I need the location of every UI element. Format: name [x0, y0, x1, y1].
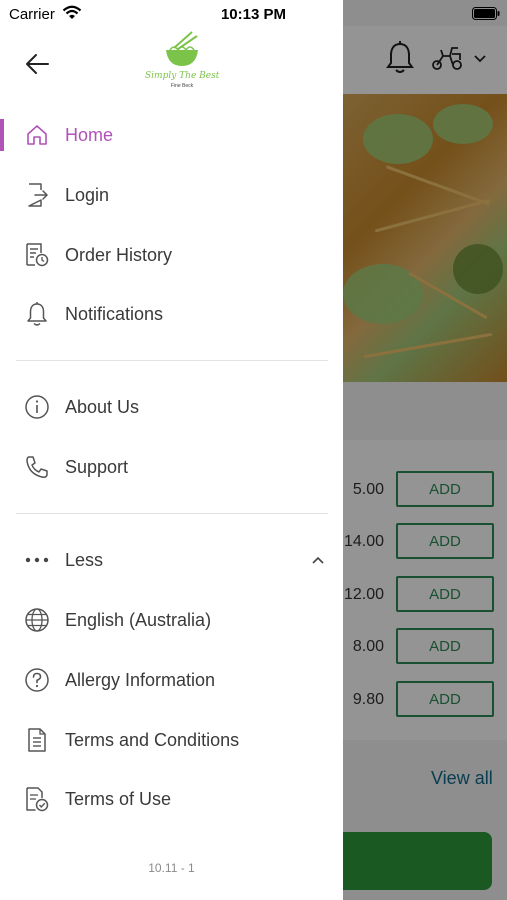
- menu-item-label: Allergy Information: [65, 669, 216, 690]
- info-icon: [24, 394, 50, 420]
- menu-item-terms-of-use[interactable]: Terms of Use: [0, 773, 343, 825]
- brand-title: Simply The Best: [145, 71, 220, 81]
- bell-icon: [24, 301, 50, 327]
- bowl-chopsticks-icon: [166, 31, 198, 66]
- divider: [16, 513, 328, 514]
- navigation-drawer: Simply The Best Fine Beck Home Login Ord…: [0, 0, 343, 900]
- menu-item-terms-and-conditions[interactable]: Terms and Conditions: [0, 714, 343, 766]
- menu-item-login[interactable]: Login: [0, 169, 343, 221]
- phone-icon: [24, 454, 50, 480]
- more-toggle[interactable]: Less: [0, 534, 343, 586]
- menu-item-label: Login: [65, 184, 110, 205]
- document-check-icon: [24, 786, 50, 812]
- battery-icon: [472, 7, 500, 20]
- menu-item-label: Support: [65, 456, 129, 477]
- menu-item-support[interactable]: Support: [0, 441, 343, 493]
- menu-item-order-history[interactable]: Order History: [0, 229, 343, 281]
- menu-item-label: Notifications: [65, 303, 164, 324]
- order-history-icon: [24, 242, 50, 268]
- home-icon: [24, 122, 50, 148]
- back-arrow-icon[interactable]: [22, 48, 54, 80]
- document-icon: [24, 727, 50, 753]
- menu-item-label: About Us: [65, 396, 140, 417]
- more-toggle-label: Less: [65, 549, 104, 570]
- divider: [16, 360, 328, 361]
- menu-item-language[interactable]: English (Australia): [0, 594, 343, 646]
- menu-item-label: Terms of Use: [65, 788, 172, 809]
- menu-item-label: English (Australia): [65, 609, 212, 630]
- brand-logo: Simply The Best Fine Beck: [145, 30, 219, 96]
- menu-item-home[interactable]: Home: [0, 109, 343, 161]
- menu-item-allergy-information[interactable]: Allergy Information: [0, 654, 343, 706]
- menu-item-label: Terms and Conditions: [65, 729, 240, 750]
- globe-icon: [24, 607, 50, 633]
- status-time: 10:13 PM: [220, 6, 287, 23]
- login-icon: [24, 182, 50, 208]
- menu-item-about-us[interactable]: About Us: [0, 381, 343, 433]
- status-bar: Carrier 10:13 PM: [0, 0, 507, 28]
- more-dots-icon: [24, 547, 50, 573]
- menu-item-label: Home: [65, 124, 114, 145]
- chevron-up-icon[interactable]: [310, 554, 326, 566]
- brand-subtitle: Fine Beck: [170, 83, 194, 89]
- question-icon: [24, 667, 50, 693]
- app-version: 10.11 - 1: [148, 861, 195, 875]
- menu-item-label: Order History: [65, 244, 173, 265]
- menu-item-notifications[interactable]: Notifications: [0, 288, 343, 340]
